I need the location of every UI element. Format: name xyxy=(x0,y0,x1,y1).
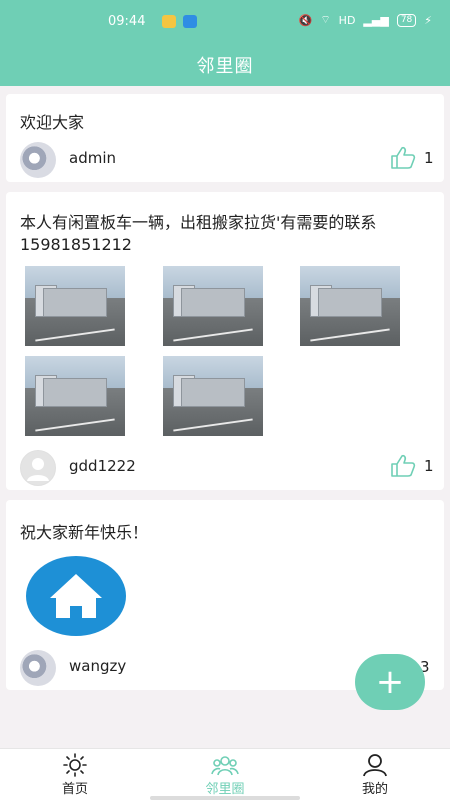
nav-label: 我的 xyxy=(361,782,388,797)
post-image[interactable] xyxy=(300,266,400,346)
sun-icon xyxy=(63,753,87,777)
thumbs-up-icon xyxy=(391,146,416,169)
notification-icon-2 xyxy=(183,15,197,28)
username[interactable]: wangzy xyxy=(69,657,126,675)
app-header: 09:44 🔇 ⌔ HD ▂▄▆ 78 ⚡ 邻里圈 xyxy=(0,0,450,86)
thumbs-up-icon xyxy=(391,454,416,477)
avatar[interactable] xyxy=(20,142,56,178)
status-time: 09:44 xyxy=(108,14,146,29)
post-image[interactable] xyxy=(25,266,125,346)
username[interactable]: gdd1222 xyxy=(69,457,136,475)
status-bar: 09:44 🔇 ⌔ HD ▂▄▆ 78 ⚡ xyxy=(0,12,450,34)
post-image[interactable] xyxy=(25,356,125,436)
post-text: 祝大家新年快乐！ xyxy=(20,523,149,542)
username[interactable]: admin xyxy=(69,149,116,167)
post-card[interactable]: 欢迎大家 admin 1 xyxy=(6,94,444,182)
page-title: 邻里圈 xyxy=(196,56,254,77)
home-indicator xyxy=(150,796,300,800)
home-icon xyxy=(50,574,102,618)
user-icon xyxy=(363,754,387,777)
notification-icon-1 xyxy=(162,15,176,28)
signal-icon: ▂▄▆ xyxy=(363,13,389,27)
network-type: HD xyxy=(338,13,356,27)
charging-icon: ⚡ xyxy=(424,13,432,27)
avatar[interactable] xyxy=(20,450,56,486)
system-icons: 🔇 ⌔ HD ▂▄▆ 78 ⚡ xyxy=(299,13,432,27)
nav-label: 首页 xyxy=(61,782,88,797)
nav-label: 邻里圈 xyxy=(205,782,245,797)
like-count: 1 xyxy=(424,149,434,167)
nav-item-neighborhood[interactable]: 邻里圈 xyxy=(175,753,275,799)
like-button[interactable]: 1 xyxy=(390,146,434,170)
avatar[interactable] xyxy=(20,650,56,686)
bottom-nav: 首页 邻里圈 我的 xyxy=(0,748,450,800)
post-text: 本人有闲置板车一辆，出租搬家拉货'有需要的联系15981851212 xyxy=(20,213,377,254)
like-count: 1 xyxy=(424,457,434,475)
nav-item-home[interactable]: 首页 xyxy=(25,753,125,799)
post-image[interactable] xyxy=(26,556,126,636)
post-text: 欢迎大家 xyxy=(20,113,85,132)
post-card[interactable]: 本人有闲置板车一辆，出租搬家拉货'有需要的联系15981851212 gdd12… xyxy=(6,192,444,490)
default-avatar-icon xyxy=(27,458,49,481)
post-image[interactable] xyxy=(163,356,263,436)
nav-item-mine[interactable]: 我的 xyxy=(325,753,425,799)
battery-icon: 78 xyxy=(396,13,417,27)
like-button[interactable]: 1 xyxy=(390,454,434,478)
mute-icon: 🔇 xyxy=(298,13,313,27)
plus-icon: + xyxy=(375,662,405,702)
add-post-button[interactable]: + xyxy=(355,654,425,710)
group-icon xyxy=(211,756,239,776)
wifi-icon: ⌔ xyxy=(320,13,331,26)
post-image[interactable] xyxy=(163,266,263,346)
